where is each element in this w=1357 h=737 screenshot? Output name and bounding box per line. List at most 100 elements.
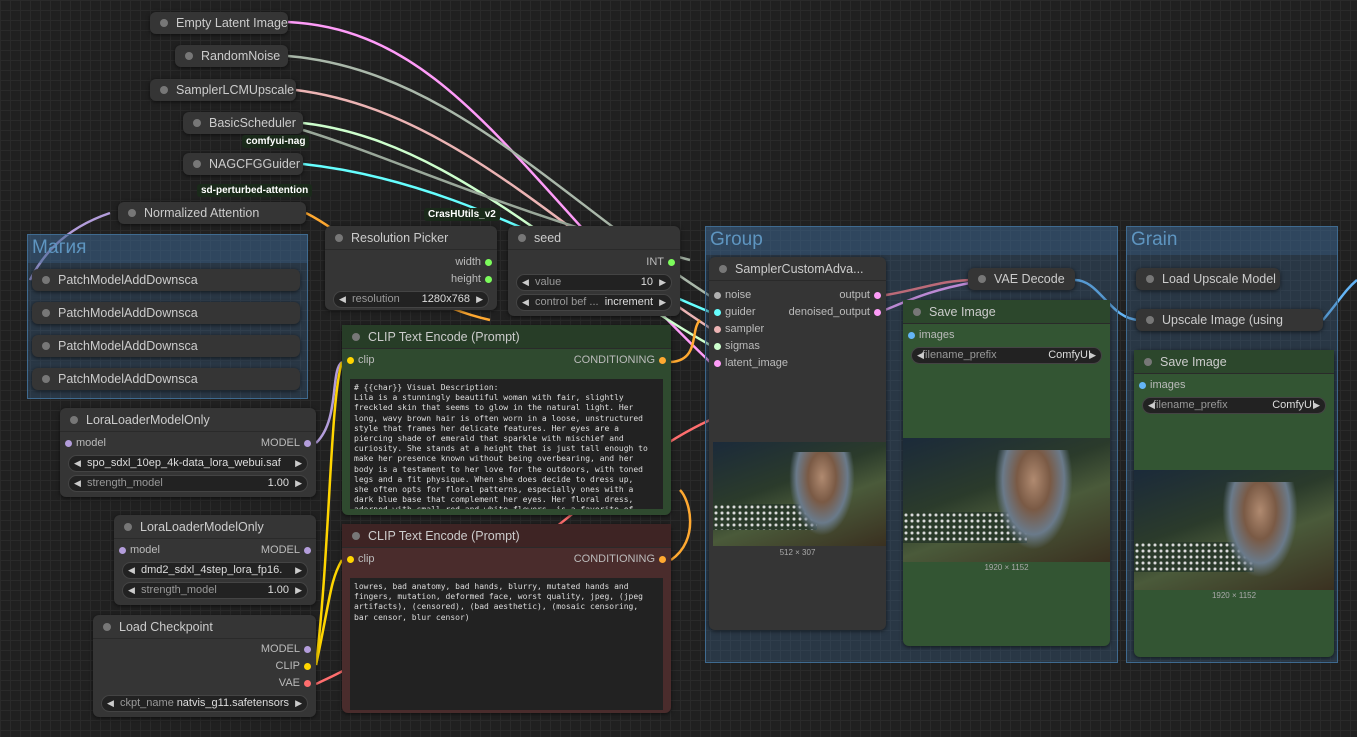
prompt-textarea[interactable]: # {{char}} Visual Description: Lila is a… [350,379,663,509]
socket-dot[interactable] [714,309,721,316]
node-load-upscale-model[interactable]: Load Upscale Model [1136,268,1280,290]
socket-dot[interactable] [347,556,354,563]
node-patch-model-4[interactable]: PatchModelAddDownsca [32,368,300,390]
output-width[interactable]: width [325,254,497,271]
socket-dot[interactable] [304,663,311,670]
node-lora-loader-2[interactable]: LoraLoaderModelOnly model MODEL dmd2_sdxl… [114,515,316,605]
node-upscale-image[interactable]: Upscale Image (using [1136,309,1323,331]
node-vae-decode[interactable]: VAE Decode [968,268,1075,290]
socket-dot[interactable] [485,276,492,283]
output-label: denoised_output [788,306,870,318]
node-seed[interactable]: seed INT value 10 control bef ... incremen… [508,226,680,316]
badge-sd-perturbed-attention: sd-perturbed-attention [197,184,313,197]
output-clip[interactable]: CLIP [93,658,316,675]
output-label: height [451,273,481,285]
node-empty-latent-image[interactable]: Empty Latent Image [150,12,288,34]
input-label: images [1150,379,1186,391]
input-noise[interactable]: noise output [709,287,886,304]
widget-value: 1.00 [267,584,289,596]
node-patch-model-3[interactable]: PatchModelAddDownsca [32,335,300,357]
node-patch-model-1[interactable]: PatchModelAddDownsca [32,269,300,291]
filename-prefix-widget[interactable]: filename_prefix ComfyUI [1142,397,1326,414]
input-sigmas[interactable]: sigmas [709,338,886,355]
socket-dot[interactable] [347,357,354,364]
socket-dot[interactable] [1139,382,1146,389]
socket-dot[interactable] [874,292,881,299]
output-label: CLIP [275,660,300,672]
badge-crashutils: CrasHUtils_v2 [424,208,500,221]
widget-value: spo_sdxl_10ep_4k-data_lora_webui.saf ... [87,457,281,484]
socket-dot[interactable] [714,360,721,367]
control-widget[interactable]: control bef ... increment [516,294,672,311]
lora-name-widget[interactable]: spo_sdxl_10ep_4k-data_lora_webui.saf ... [68,455,308,484]
socket-dot[interactable] [714,292,721,299]
input-clip[interactable]: clip CONDITIONING [342,352,671,369]
socket-dot[interactable] [714,343,721,350]
output-model[interactable]: MODEL [93,641,316,658]
node-save-image-2[interactable]: Save Image images filename_prefix ComfyUI… [1134,350,1334,657]
node-sampler-custom-advanced[interactable]: SamplerCustomAdva... noise output guider d… [709,257,886,630]
node-load-checkpoint[interactable]: Load Checkpoint MODEL CLIP VAE ckpt_name… [93,615,316,717]
node-clip-text-positive[interactable]: CLIP Text Encode (Prompt) clip CONDITION… [342,325,671,515]
node-patch-model-2[interactable]: PatchModelAddDownsca [32,302,300,324]
output-label: MODEL [260,643,300,655]
socket-dot[interactable] [874,309,881,316]
socket-dot[interactable] [119,547,126,554]
strength-widget[interactable]: strength_model 1.00 [122,582,308,599]
node-basic-scheduler[interactable]: BasicScheduler [183,112,303,134]
output-label: output [839,289,870,301]
input-model[interactable]: model MODEL [114,542,316,559]
resolution-widget[interactable]: resolution 1280x768 [333,291,489,308]
node-title: Load Checkpoint [93,615,316,639]
node-lora-loader-1[interactable]: LoraLoaderModelOnly model MODEL spo_sdxl_… [60,408,316,497]
node-sampler-lcm-upscale[interactable]: SamplerLCMUpscale [150,79,296,101]
output-label: CONDITIONING [573,354,655,366]
output-height[interactable]: height [325,271,497,288]
input-sampler[interactable]: sampler [709,321,886,338]
node-title: LoraLoaderModelOnly [60,408,316,432]
input-latent-image[interactable]: latent_image [709,355,886,372]
filename-prefix-widget[interactable]: filename_prefix ComfyUI [911,347,1102,364]
input-label: images [919,329,955,341]
widget-value: increment [604,296,653,308]
node-nag-cfg-guider[interactable]: NAGCFGGuider [183,153,303,175]
seed-value-widget[interactable]: value 10 [516,274,672,291]
input-images[interactable]: images [1134,377,1334,394]
widget-label: strength_model [141,584,217,596]
node-title: CLIP Text Encode (Prompt) [342,524,671,548]
socket-dot[interactable] [659,556,666,563]
ckpt-name-widget[interactable]: ckpt_namenatvis_g11.safetensors [101,695,308,712]
input-clip[interactable]: clip CONDITIONING [342,551,671,568]
lora-name-widget[interactable]: dmd2_sdxl_4step_lora_fp16. ... [122,562,308,591]
socket-dot[interactable] [485,259,492,266]
socket-dot[interactable] [304,646,311,653]
input-guider[interactable]: guider denoised_output [709,304,886,321]
widget-value: 1.00 [267,477,289,489]
socket-dot[interactable] [65,440,72,447]
node-resolution-picker[interactable]: Resolution Picker width height resolutio… [325,226,497,310]
node-title: Save Image [1134,350,1334,374]
socket-dot[interactable] [908,332,915,339]
input-label: noise [725,289,752,301]
output-vae[interactable]: VAE [93,675,316,692]
socket-dot[interactable] [714,326,721,333]
input-label: latent_image [725,357,788,369]
socket-dot[interactable] [304,680,311,687]
output-int[interactable]: INT [508,254,680,271]
node-save-image-1[interactable]: Save Image images filename_prefix ComfyUI… [903,300,1110,646]
negative-prompt-textarea[interactable]: lowres, bad anatomy, bad hands, blurry, … [350,578,663,710]
input-images[interactable]: images [903,327,1110,344]
socket-dot[interactable] [304,440,311,447]
image-size: 512 × 307 [779,548,816,557]
preview-image [713,442,886,546]
socket-dot[interactable] [659,357,666,364]
node-clip-text-negative[interactable]: CLIP Text Encode (Prompt) clip CONDITION… [342,524,671,713]
node-normalized-attention[interactable]: Normalized Attention [118,202,306,224]
output-label: INT [646,256,664,268]
socket-dot[interactable] [668,259,675,266]
socket-dot[interactable] [304,547,311,554]
input-label: model [76,437,106,449]
node-random-noise[interactable]: RandomNoise [175,45,288,67]
input-model[interactable]: model MODEL [60,435,316,452]
strength-widget[interactable]: strength_model 1.00 [68,475,308,492]
